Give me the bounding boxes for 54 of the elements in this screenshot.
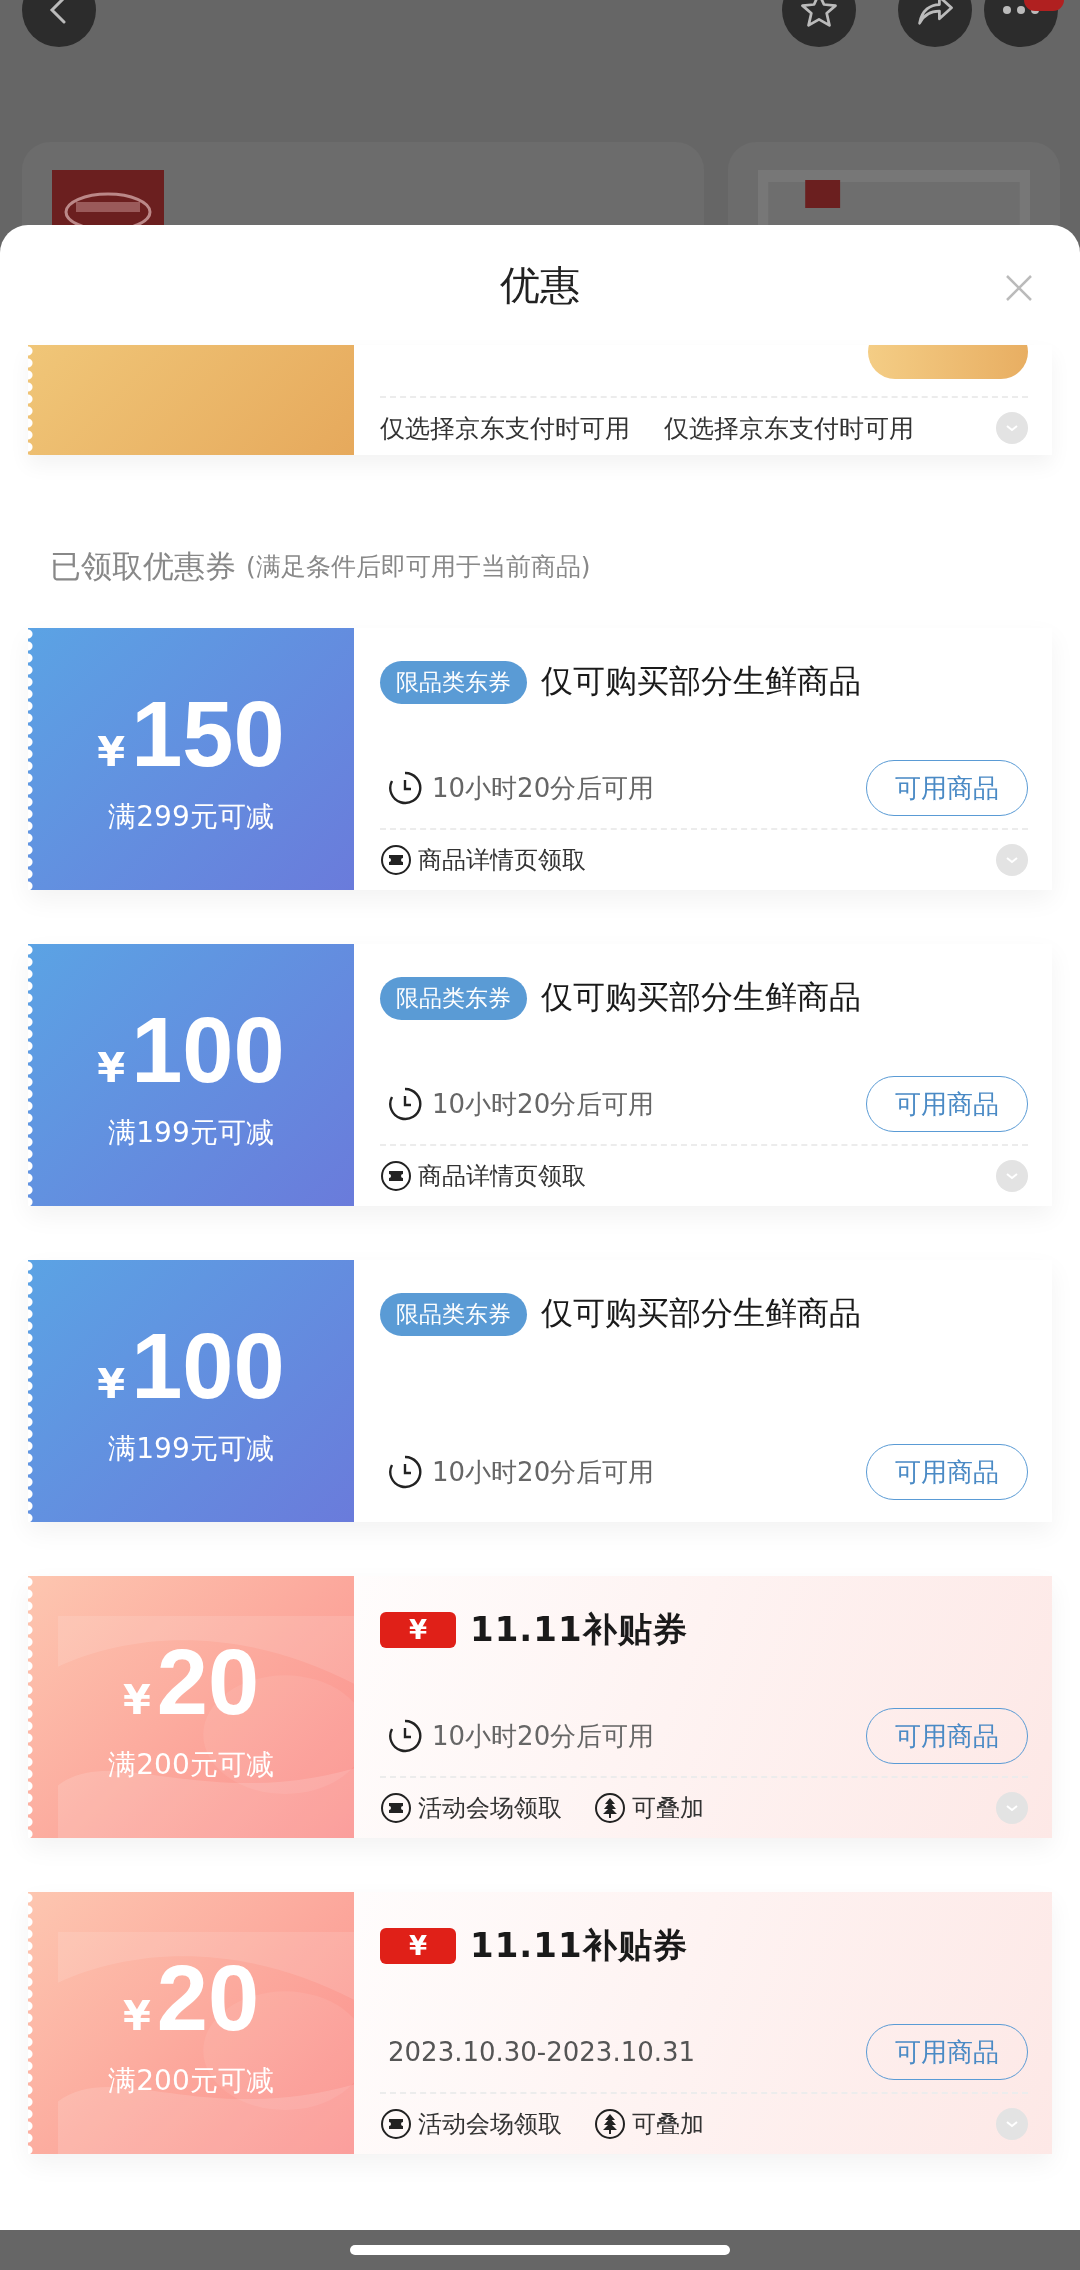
expand-icon[interactable] [996,1792,1028,1824]
close-icon[interactable] [1004,273,1034,303]
ticket-icon [380,1792,412,1824]
currency-symbol: ¥ [97,1364,126,1404]
coupon-tag: 限品类东券 [380,660,527,704]
expand-icon[interactable] [996,844,1028,876]
tree-icon [594,2108,626,2140]
currency-symbol: ¥ [97,1048,126,1088]
coupon-title: 11.11补贴券 [470,1608,688,1651]
coupon-condition: 满200元可减 [108,1747,274,1783]
coupon-amount: 20 [156,1636,260,1728]
coupon-title: 仅可购买部分生鲜商品 [541,977,861,1018]
coupon-validity: 2023.10.30-2023.10.31 [388,2037,696,2067]
usage-note: 仅选择京东支付时可用 [380,412,630,445]
coupon-amount: 20 [156,1952,260,2044]
ticket-icon [380,2108,412,2140]
expand-icon[interactable] [996,412,1028,444]
coupon-validity: 10小时20分后可用 [432,1455,655,1489]
usage-note: 仅选择京东支付时可用 [664,412,914,445]
coupon-condition: 满199元可减 [108,1115,274,1151]
coupon-validity: 10小时20分后可用 [432,1719,655,1753]
section-note: (满足条件后即可用于当前商品) [246,551,591,583]
coupon-tag: 限品类东券 [380,1292,527,1336]
tree-icon [594,1792,626,1824]
coupon-condition: 满200元可减 [108,2063,274,2099]
stackable-label: 可叠加 [632,2109,704,2140]
expand-icon[interactable] [996,2108,1028,2140]
currency-symbol: ¥ [122,1996,151,2036]
sheet-title: 优惠 [500,260,580,310]
coupon-title: 仅可购买部分生鲜商品 [541,661,861,702]
ticket-icon [380,844,412,876]
coupon-amount: 100 [131,1004,285,1096]
stackable-label: 可叠加 [632,1793,704,1824]
coupon-title: 仅可购买部分生鲜商品 [541,1293,861,1334]
coupon-source: 商品详情页领取 [418,1161,586,1192]
ticket-logo: ¥ [380,1928,456,1964]
coupon-tag: 限品类东券 [380,976,527,1020]
ticket-logo: ¥ [380,1612,456,1648]
coupon-title: 11.11补贴券 [470,1924,688,1967]
section-title: 已领取优惠券 [50,546,236,586]
coupon-condition: 满299元可减 [108,799,274,835]
coupon-source: 活动会场领取 [418,2109,562,2140]
coupon-amount: 100 [131,1320,285,1412]
coupon-source: 活动会场领取 [418,1793,562,1824]
coupon-amount: 150 [131,688,285,780]
coupon-condition: 满199元可减 [108,1431,274,1467]
home-indicator[interactable] [350,2245,730,2255]
coupon-validity: 10小时20分后可用 [432,771,655,805]
ticket-icon [380,1160,412,1192]
expand-icon[interactable] [996,1160,1028,1192]
currency-symbol: ¥ [97,732,126,772]
coupon-validity: 10小时20分后可用 [432,1087,655,1121]
currency-symbol: ¥ [122,1680,151,1720]
coupon-source: 商品详情页领取 [418,845,586,876]
